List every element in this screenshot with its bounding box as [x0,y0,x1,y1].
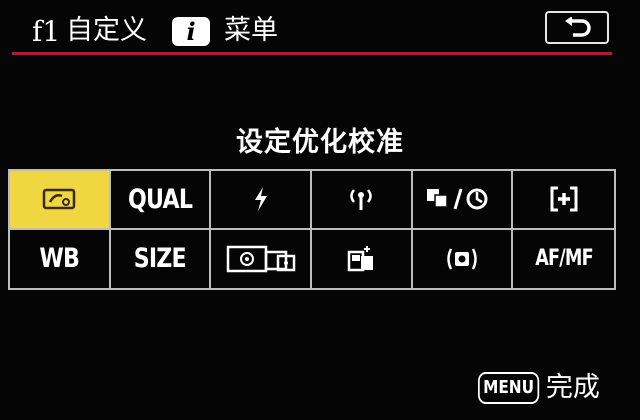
back-button[interactable] [545,11,609,44]
vibration-reduction-icon [447,248,477,270]
grid-cell-wb[interactable]: WB [10,229,111,288]
menu-id: f1 [32,15,61,48]
header-bar: f1 自定义 i 菜单 [0,0,640,56]
page-title: 自定义 [66,15,147,46]
wireless-icon [350,189,373,211]
card-info-icon [348,245,374,271]
qual-label: QUAL [127,183,193,215]
wb-label: WB [39,243,80,275]
af-area-icon [550,186,578,212]
header-divider [12,52,612,55]
grid-cell-wireless[interactable] [311,171,413,230]
af-mf-label: AF/MF [534,246,593,272]
grid-cell-size[interactable]: SIZE [111,229,212,288]
grid-cell-af-area[interactable] [513,171,614,230]
grid-cell-vibration-reduction[interactable] [413,229,514,288]
grid-cell-flash[interactable] [211,171,312,230]
grid-cell-card-info[interactable] [312,229,413,288]
drive-self-timer-icon [426,188,488,210]
size-label: SIZE [133,243,187,275]
info-icon: i [172,17,210,46]
grid-cell-qual[interactable]: QUAL [110,171,212,230]
picture-mode-icon [43,189,76,210]
grid-cell-drive[interactable] [412,171,514,230]
custom-menu-grid: QUAL WB SIZE AF/MF [8,169,616,290]
section-title: 设定优化校准 [236,127,404,158]
flash-icon [254,187,267,212]
menu-label: 菜单 [224,15,278,46]
grid-cell-picture-mode[interactable] [10,171,111,230]
done-label: 完成 [545,372,600,403]
metering-icon [226,245,295,272]
grid-cell-af-mf[interactable]: AF/MF [513,230,614,289]
menu-badge: MENU [478,372,540,404]
grid-cell-metering[interactable] [211,229,312,288]
done-button[interactable]: MENU 完成 [478,369,608,407]
return-arrow-icon [565,17,591,37]
